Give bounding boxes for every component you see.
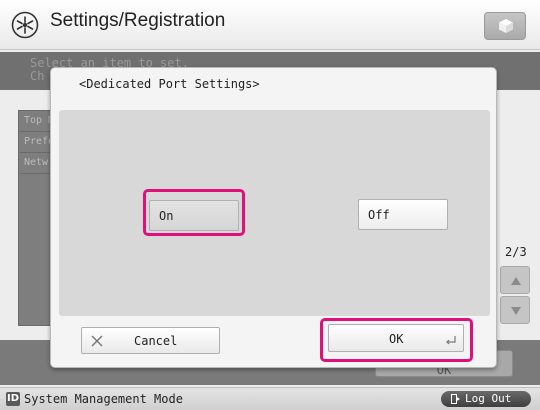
header-bar: Settings/Registration [0,0,540,50]
id-icon: ID [6,392,20,406]
logout-label: Log Out [465,392,512,405]
dialog-title: <Dedicated Port Settings> [79,77,260,91]
logout-icon [451,394,460,404]
counter-check-button[interactable] [484,12,526,40]
cube-icon [499,19,513,33]
screen: Settings/Registration Select an item to … [0,0,540,410]
triangle-down-icon [511,307,521,315]
ok-button-highlight [320,318,473,362]
on-option-highlight [143,189,245,236]
page-indicator: 2/3 [505,245,527,259]
page-down-button[interactable] [500,296,530,324]
cancel-button[interactable]: Cancel [81,327,220,354]
close-icon [91,335,103,347]
off-option-button[interactable]: Off [358,199,448,230]
cancel-label: Cancel [134,334,178,348]
page-up-button[interactable] [500,266,530,294]
off-option-label: Off [368,208,390,222]
page-title: Settings/Registration [50,10,226,31]
settings-registration-icon [11,11,39,39]
mode-text: System Management Mode [24,392,183,406]
logout-button[interactable]: Log Out [441,391,531,407]
triangle-up-icon [511,277,521,285]
